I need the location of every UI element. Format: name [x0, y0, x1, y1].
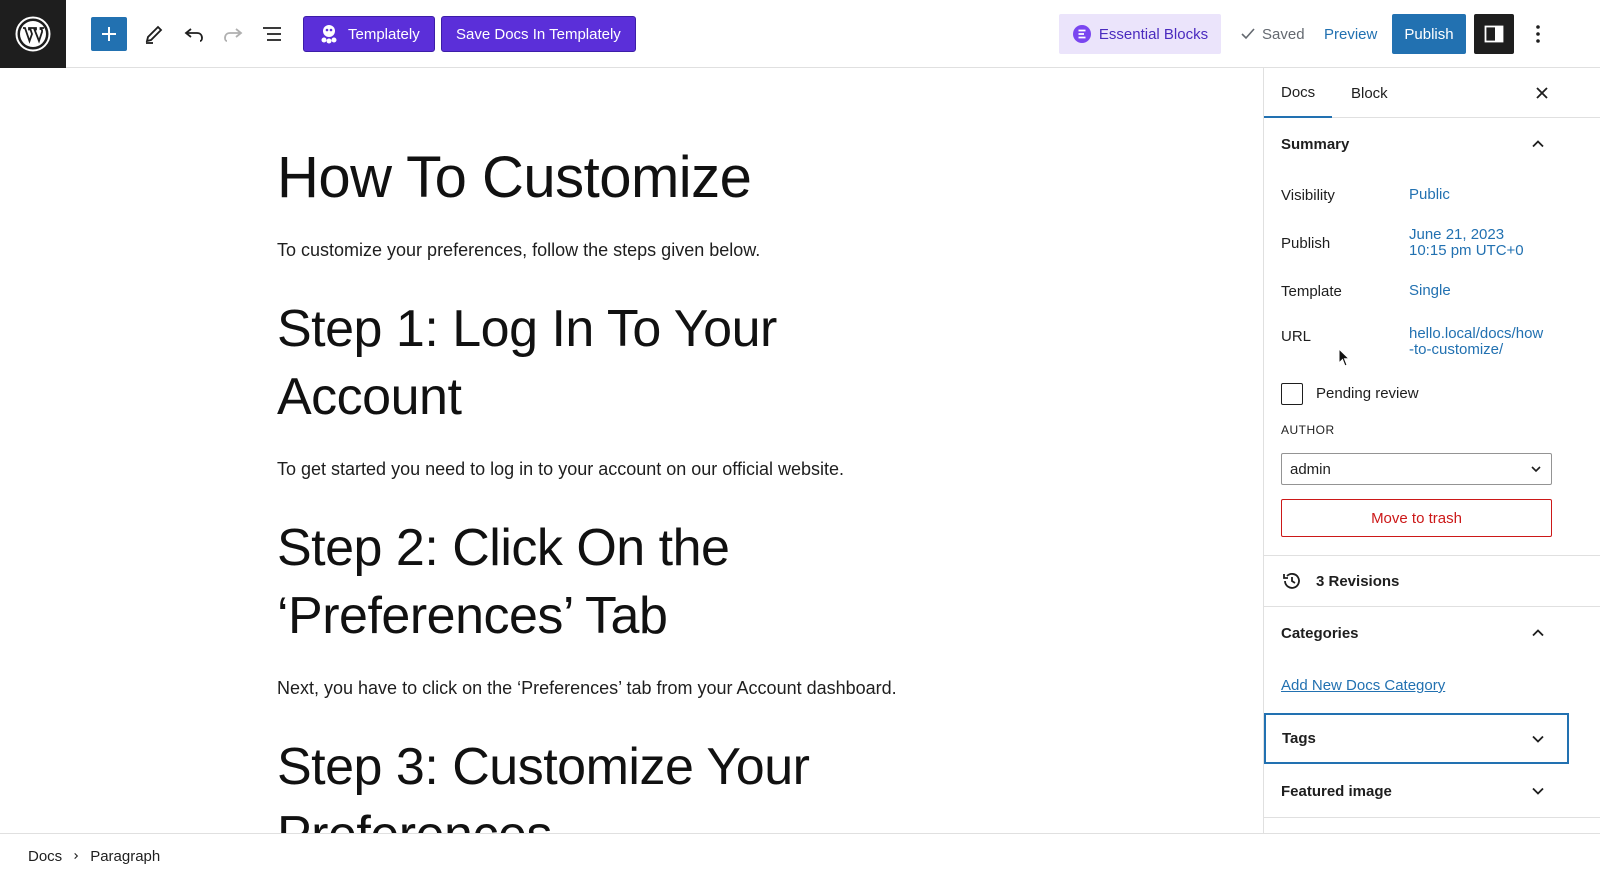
heading-step-3-line-2[interactable]: Preferences [277, 801, 552, 833]
mouse-cursor-icon [1338, 348, 1351, 367]
tools-button[interactable] [138, 18, 170, 50]
more-vertical-icon [1536, 25, 1540, 43]
url-line-1: hello.local/docs/how [1409, 325, 1544, 342]
save-docs-templately-button[interactable]: Save Docs In Templately [441, 16, 636, 52]
essential-blocks-label: Essential Blocks [1098, 25, 1209, 43]
move-to-trash-button[interactable]: Move to trash [1281, 499, 1552, 537]
editor-toolbar: Templately Save Docs In Templately Essen… [0, 0, 1600, 68]
pending-review-checkbox[interactable] [1281, 383, 1303, 405]
add-block-button[interactable] [91, 17, 127, 51]
settings-sidebar: Docs Block Summary Visibility Public Pub… [1263, 68, 1600, 833]
tags-panel-toggle[interactable]: Tags [1264, 713, 1569, 764]
revisions-link[interactable]: 3 Revisions [1281, 568, 1399, 594]
heading-step-1-line-1[interactable]: Step 1: Log In To Your [277, 295, 777, 363]
chevron-up-icon [1526, 621, 1550, 645]
editor-canvas: How To Customize To customize your prefe… [0, 68, 1263, 833]
heading-step-3-line-1[interactable]: Step 3: Customize Your [277, 733, 810, 801]
paragraph-intro[interactable]: To customize your preferences, follow th… [277, 236, 760, 264]
publish-date-button[interactable]: June 21, 2023 10:15 pm UTC+0 [1409, 227, 1559, 259]
essential-blocks-button[interactable]: Essential Blocks [1059, 14, 1221, 54]
pending-review-label: Pending review [1316, 385, 1419, 402]
publish-label: Publish [1281, 235, 1331, 252]
close-icon [1536, 87, 1548, 99]
revisions-label: 3 Revisions [1316, 572, 1400, 590]
tab-block[interactable]: Block [1334, 68, 1405, 118]
url-label: URL [1281, 328, 1312, 345]
settings-toggle-button[interactable] [1474, 14, 1514, 54]
featured-image-panel-toggle[interactable]: Featured image [1264, 766, 1600, 816]
paragraph-step-2[interactable]: Next, you have to click on the ‘Preferen… [277, 674, 897, 702]
redo-button[interactable] [217, 18, 249, 50]
divider [1264, 606, 1600, 607]
templately-label: Templately [348, 25, 420, 43]
list-view-icon [263, 27, 281, 41]
template-label: Template [1281, 283, 1342, 300]
save-docs-label: Save Docs In Templately [456, 25, 621, 43]
options-button[interactable] [1522, 18, 1554, 50]
publish-date: June 21, 2023 [1409, 226, 1505, 243]
undo-button[interactable] [178, 18, 210, 50]
wordpress-logo[interactable] [0, 0, 66, 68]
pencil-icon [145, 25, 163, 44]
author-value: admin [1290, 460, 1331, 478]
divider [1264, 817, 1600, 818]
featured-image-title: Featured image [1281, 782, 1392, 800]
summary-title: Summary [1281, 135, 1350, 153]
preview-label: Preview [1324, 25, 1378, 43]
breadcrumb-item-docs[interactable]: Docs [20, 844, 70, 869]
visibility-value[interactable]: Public [1409, 187, 1559, 203]
check-icon [1241, 28, 1255, 40]
heading-step-2-line-2[interactable]: ‘Preferences’ Tab [277, 582, 668, 650]
sidebar-icon [1484, 25, 1504, 43]
document-overview-button[interactable] [256, 18, 288, 50]
template-value[interactable]: Single [1409, 283, 1559, 299]
add-new-category-link[interactable]: Add New Docs Category [1281, 677, 1445, 694]
templately-icon [321, 25, 337, 44]
wordpress-icon [15, 16, 51, 52]
redo-icon [224, 28, 243, 42]
sidebar-tabs: Docs Block [1264, 68, 1600, 118]
visibility-label: Visibility [1281, 187, 1335, 204]
templately-button[interactable]: Templately [303, 16, 435, 52]
categories-panel-toggle[interactable]: Categories [1264, 608, 1600, 658]
author-label: AUTHOR [1281, 423, 1335, 437]
chevron-down-icon [1526, 727, 1550, 751]
heading-step-1-line-2[interactable]: Account [277, 363, 462, 431]
chevron-down-icon [1531, 466, 1541, 473]
preview-button[interactable]: Preview [1318, 18, 1383, 50]
saved-label: Saved [1262, 25, 1305, 43]
plus-icon [102, 27, 116, 41]
publish-label: Publish [1404, 25, 1454, 43]
block-breadcrumb: Docs Paragraph [0, 833, 1600, 878]
url-line-2: -to-customize/ [1409, 341, 1504, 358]
close-sidebar-button[interactable] [1526, 77, 1558, 109]
summary-panel-toggle[interactable]: Summary [1264, 119, 1600, 169]
tags-title: Tags [1282, 730, 1316, 747]
chevron-up-icon [1526, 132, 1550, 156]
publish-button[interactable]: Publish [1392, 14, 1466, 54]
breadcrumb-item-paragraph[interactable]: Paragraph [82, 844, 168, 869]
tab-docs[interactable]: Docs [1264, 68, 1333, 118]
chevron-right-icon [74, 852, 79, 860]
heading-step-2-line-1[interactable]: Step 2: Click On the [277, 514, 730, 582]
publish-time: 10:15 pm UTC+0 [1409, 242, 1524, 259]
url-value[interactable]: hello.local/docs/how -to-customize/ [1409, 326, 1559, 358]
essential-blocks-icon [1072, 25, 1091, 43]
history-icon [1283, 573, 1300, 589]
paragraph-step-1[interactable]: To get started you need to log in to you… [277, 455, 844, 483]
categories-title: Categories [1281, 624, 1359, 642]
move-to-trash-label: Move to trash [1371, 509, 1462, 527]
post-title[interactable]: How To Customize [277, 144, 752, 212]
author-select[interactable]: admin [1281, 453, 1552, 485]
chevron-down-icon [1526, 779, 1550, 803]
undo-icon [184, 28, 203, 42]
saved-status: Saved [1240, 18, 1305, 50]
divider [1264, 555, 1600, 556]
